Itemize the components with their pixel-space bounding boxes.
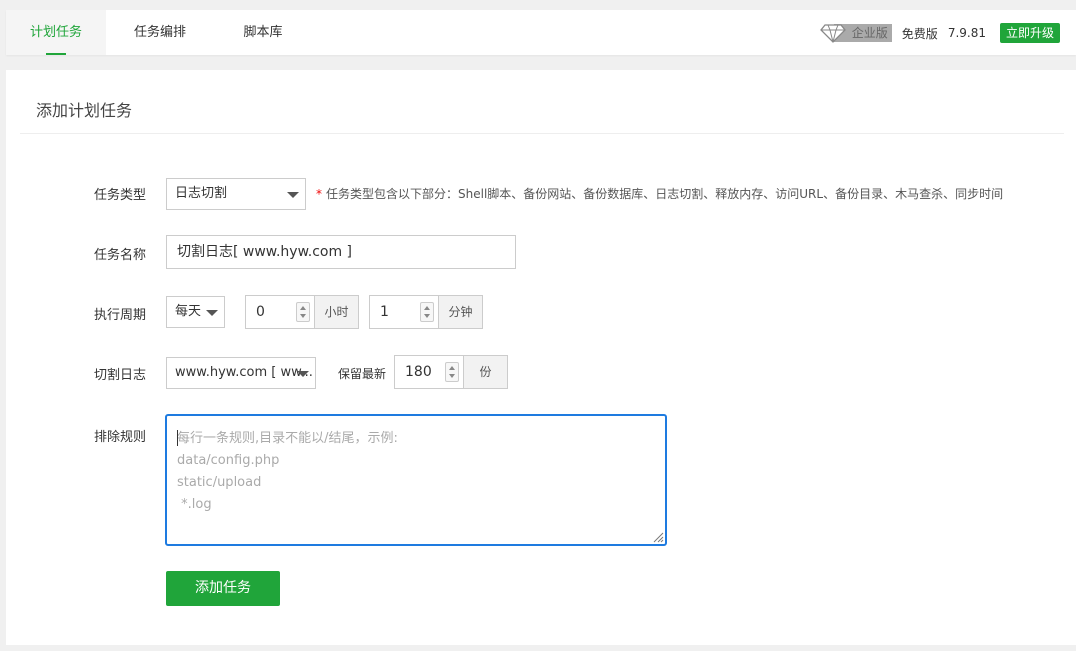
tab-task-orchestration[interactable]: 任务编排 <box>114 10 206 55</box>
spinner-arrows-icon[interactable] <box>296 302 310 322</box>
edition-text: 免费版 <box>901 26 938 41</box>
enterprise-badge[interactable]: 企业版 <box>819 23 892 43</box>
cut-log-label: 切割日志 <box>93 368 146 383</box>
tab-scheduled-tasks[interactable]: 计划任务 <box>6 10 106 55</box>
placeholder-line: 每行一条规则,目录不能以/结尾，示例: <box>177 431 398 446</box>
keep-count-unit: 份 <box>464 355 508 389</box>
hour-unit: 小时 <box>315 295 359 329</box>
task-type-hint: * 任务类型包含以下部分：Shell脚本、备份网站、备份数据库、日志切割、释放内存… <box>316 185 1003 202</box>
task-name-input[interactable]: 切割日志[ www.hyw.com ] <box>166 235 516 269</box>
placeholder-line: static/upload <box>177 475 262 490</box>
text-cursor <box>177 430 178 446</box>
add-task-panel: 添加计划任务 任务类型 日志切割 * 任务类型包含以下部分：Shell脚本、备份网… <box>6 70 1076 645</box>
task-type-label: 任务类型 <box>93 188 146 203</box>
placeholder-line: data/config.php <box>177 453 280 468</box>
chevron-down-icon <box>287 192 299 198</box>
exclude-rules-label: 排除规则 <box>93 430 146 445</box>
keep-count-value: 180 <box>405 364 432 380</box>
tab-label: 脚本库 <box>243 25 283 40</box>
cycle-label: 执行周期 <box>93 308 146 323</box>
task-type-value: 日志切割 <box>175 186 228 201</box>
cycle-period-select[interactable]: 每天 <box>166 296 225 328</box>
task-name-value: 切割日志[ www.hyw.com ] <box>177 244 353 260</box>
tab-label: 计划任务 <box>29 25 82 40</box>
spinner-arrows-icon[interactable] <box>445 362 459 382</box>
resize-grip-icon[interactable] <box>652 531 664 543</box>
add-task-button[interactable]: 添加任务 <box>166 571 280 606</box>
exclude-rules-textarea[interactable]: 每行一条规则,目录不能以/结尾，示例: data/config.php stat… <box>165 414 667 546</box>
hour-input[interactable]: 0 <box>245 295 315 329</box>
task-type-hint-text: 任务类型包含以下部分：Shell脚本、备份网站、备份数据库、日志切割、释放内存、… <box>326 187 1004 201</box>
spinner-arrows-icon[interactable] <box>420 302 434 322</box>
diamond-icon <box>819 24 846 43</box>
panel-title: 添加计划任务 <box>20 70 1064 134</box>
tab-script-library[interactable]: 脚本库 <box>220 10 306 55</box>
minute-unit: 分钟 <box>439 295 483 329</box>
version-area: 企业版 免费版 7.9.81 立即升级 <box>819 22 1060 44</box>
top-nav-bar: 计划任务 任务编排 脚本库 企业版 免费版 7.9.81 立即升级 <box>6 10 1076 55</box>
keep-count-input[interactable]: 180 <box>394 355 464 389</box>
hour-value: 0 <box>256 304 265 320</box>
upgrade-button[interactable]: 立即升级 <box>999 23 1060 43</box>
placeholder-line: *.log <box>177 497 212 512</box>
version-number: 7.9.81 <box>947 26 986 40</box>
cycle-period-value: 每天 <box>175 304 202 319</box>
minute-value: 1 <box>380 304 389 320</box>
minute-input[interactable]: 1 <box>369 295 439 329</box>
cut-log-site-select[interactable]: www.hyw.com [ ww... <box>166 357 316 389</box>
task-type-select[interactable]: 日志切割 <box>166 178 306 210</box>
required-mark: * <box>316 187 322 201</box>
cut-log-site-value: www.hyw.com [ ww... <box>175 365 313 380</box>
active-tab-indicator <box>46 53 66 55</box>
task-name-label: 任务名称 <box>93 248 146 263</box>
keep-latest-label: 保留最新 <box>337 367 386 381</box>
tab-label: 任务编排 <box>133 25 186 40</box>
chevron-down-icon <box>206 310 218 316</box>
